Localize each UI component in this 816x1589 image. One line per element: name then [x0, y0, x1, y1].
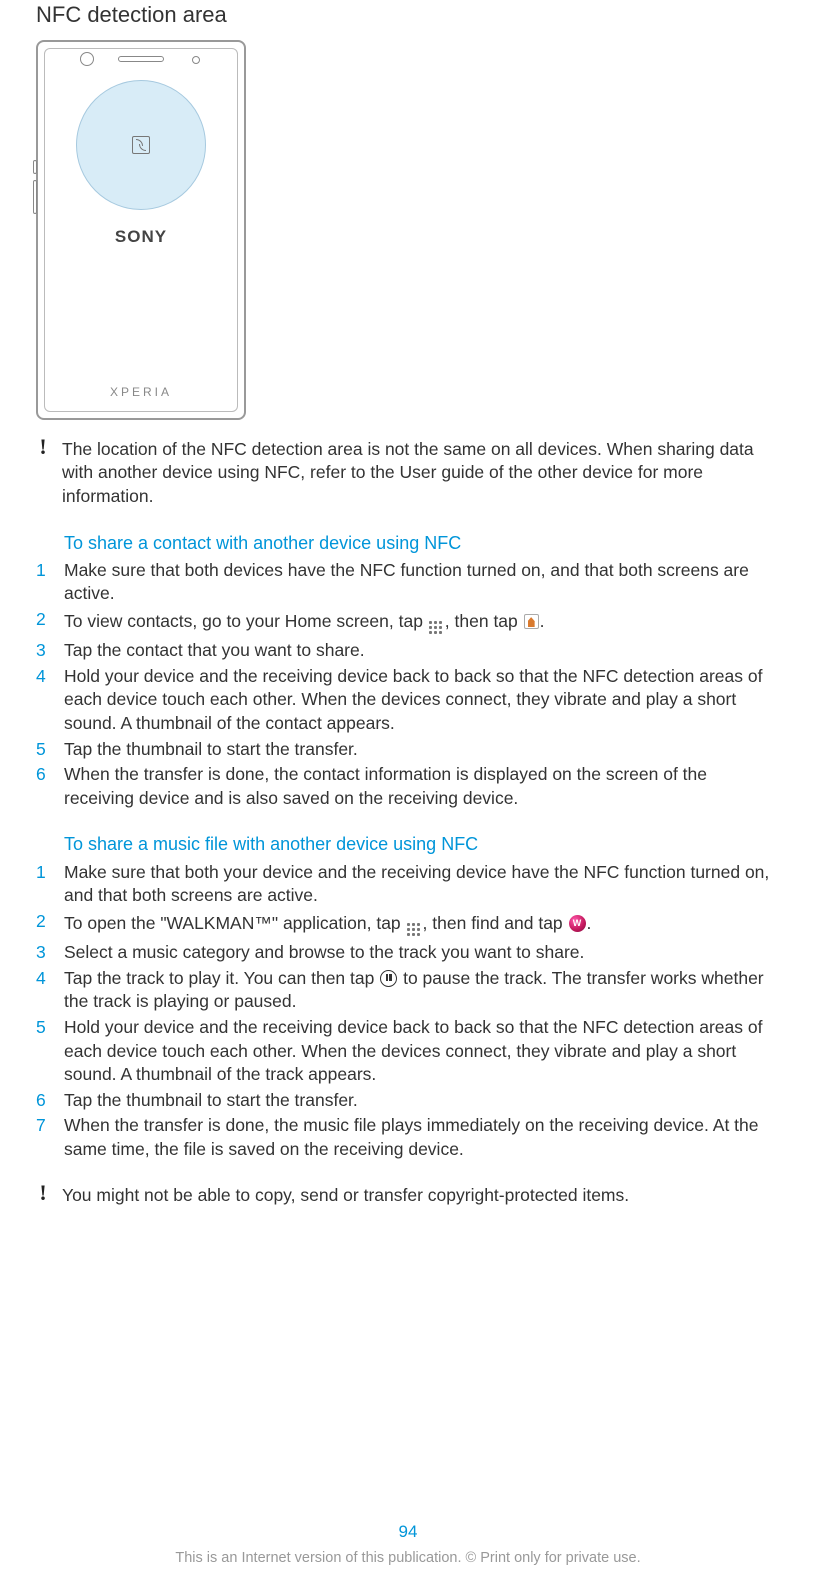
- step-number: 1: [36, 559, 50, 606]
- warning-note: ! You might not be able to copy, send or…: [36, 1184, 778, 1208]
- step-text: Select a music category and browse to th…: [64, 941, 778, 965]
- step-row: 1 Make sure that both devices have the N…: [36, 559, 778, 606]
- step-row: 2 To view contacts, go to your Home scre…: [36, 608, 778, 637]
- warning-text: The location of the NFC detection area i…: [62, 438, 778, 509]
- walkman-icon: [569, 915, 586, 932]
- step-text-part: .: [587, 913, 592, 933]
- step-row: 3 Select a music category and browse to …: [36, 941, 778, 965]
- step-number: 2: [36, 910, 50, 939]
- footer-disclaimer: This is an Internet version of this publ…: [0, 1549, 816, 1569]
- step-text-part: , then tap: [445, 611, 523, 631]
- step-number: 4: [36, 967, 50, 1014]
- step-number: 2: [36, 608, 50, 637]
- step-text: Tap the track to play it. You can then t…: [64, 967, 778, 1014]
- step-text: Tap the thumbnail to start the transfer.: [64, 1089, 778, 1113]
- step-text-part: Tap the track to play it. You can then t…: [64, 968, 379, 988]
- share-contact-steps: 1 Make sure that both devices have the N…: [36, 559, 778, 811]
- step-text: To open the "WALKMAN™" application, tap …: [64, 910, 778, 939]
- step-row: 5 Tap the thumbnail to start the transfe…: [36, 738, 778, 762]
- warning-icon: !: [36, 1182, 50, 1208]
- camera-icon: [80, 52, 94, 66]
- step-row: 3 Tap the contact that you want to share…: [36, 639, 778, 663]
- step-row: 5 Hold your device and the receiving dev…: [36, 1016, 778, 1087]
- step-number: 7: [36, 1114, 50, 1161]
- step-row: 1 Make sure that both your device and th…: [36, 861, 778, 908]
- page-number: 94: [0, 1521, 816, 1544]
- step-row: 4 Hold your device and the receiving dev…: [36, 665, 778, 736]
- share-music-heading: To share a music file with another devic…: [64, 832, 778, 856]
- nfc-glyph-icon: [132, 136, 150, 154]
- sensor-icon: [192, 56, 200, 64]
- side-button-icon: [33, 160, 37, 174]
- step-text: Tap the contact that you want to share.: [64, 639, 778, 663]
- side-button-icon: [33, 180, 37, 214]
- pause-icon: [380, 970, 397, 987]
- step-text-part: .: [540, 611, 545, 631]
- step-text: Hold your device and the receiving devic…: [64, 1016, 778, 1087]
- apps-grid-icon: [407, 909, 422, 938]
- share-contact-heading: To share a contact with another device u…: [64, 531, 778, 555]
- step-text: Hold your device and the receiving devic…: [64, 665, 778, 736]
- page-footer: 94 This is an Internet version of this p…: [0, 1521, 816, 1570]
- step-text-part: To open the "WALKMAN™" application, tap: [64, 913, 406, 933]
- step-text-part: To view contacts, go to your Home screen…: [64, 611, 428, 631]
- warning-text: You might not be able to copy, send or t…: [62, 1184, 778, 1208]
- step-number: 3: [36, 941, 50, 965]
- section-heading: NFC detection area: [36, 0, 778, 30]
- step-text: When the transfer is done, the music fil…: [64, 1114, 778, 1161]
- share-music-steps: 1 Make sure that both your device and th…: [36, 861, 778, 1162]
- step-number: 6: [36, 763, 50, 810]
- step-row: 7 When the transfer is done, the music f…: [36, 1114, 778, 1161]
- step-row: 6 When the transfer is done, the contact…: [36, 763, 778, 810]
- step-number: 3: [36, 639, 50, 663]
- step-number: 4: [36, 665, 50, 736]
- step-text: Make sure that both devices have the NFC…: [64, 559, 778, 606]
- warning-note: ! The location of the NFC detection area…: [36, 438, 778, 509]
- step-number: 1: [36, 861, 50, 908]
- brand-sony-label: SONY: [115, 226, 167, 249]
- nfc-area-icon: [76, 80, 206, 210]
- speaker-icon: [118, 56, 164, 62]
- warning-icon: !: [36, 436, 50, 509]
- step-text-part: , then find and tap: [423, 913, 568, 933]
- step-row: 6 Tap the thumbnail to start the transfe…: [36, 1089, 778, 1113]
- step-row: 2 To open the "WALKMAN™" application, ta…: [36, 910, 778, 939]
- nfc-device-diagram: SONY XPERIA: [36, 40, 246, 420]
- apps-grid-icon: [429, 607, 444, 636]
- step-text: Tap the thumbnail to start the transfer.: [64, 738, 778, 762]
- step-text: When the transfer is done, the contact i…: [64, 763, 778, 810]
- step-row: 4 Tap the track to play it. You can then…: [36, 967, 778, 1014]
- step-text: To view contacts, go to your Home screen…: [64, 608, 778, 637]
- contacts-icon: [524, 614, 539, 629]
- step-number: 6: [36, 1089, 50, 1113]
- brand-xperia-label: XPERIA: [110, 384, 172, 400]
- step-text: Make sure that both your device and the …: [64, 861, 778, 908]
- step-number: 5: [36, 1016, 50, 1087]
- step-number: 5: [36, 738, 50, 762]
